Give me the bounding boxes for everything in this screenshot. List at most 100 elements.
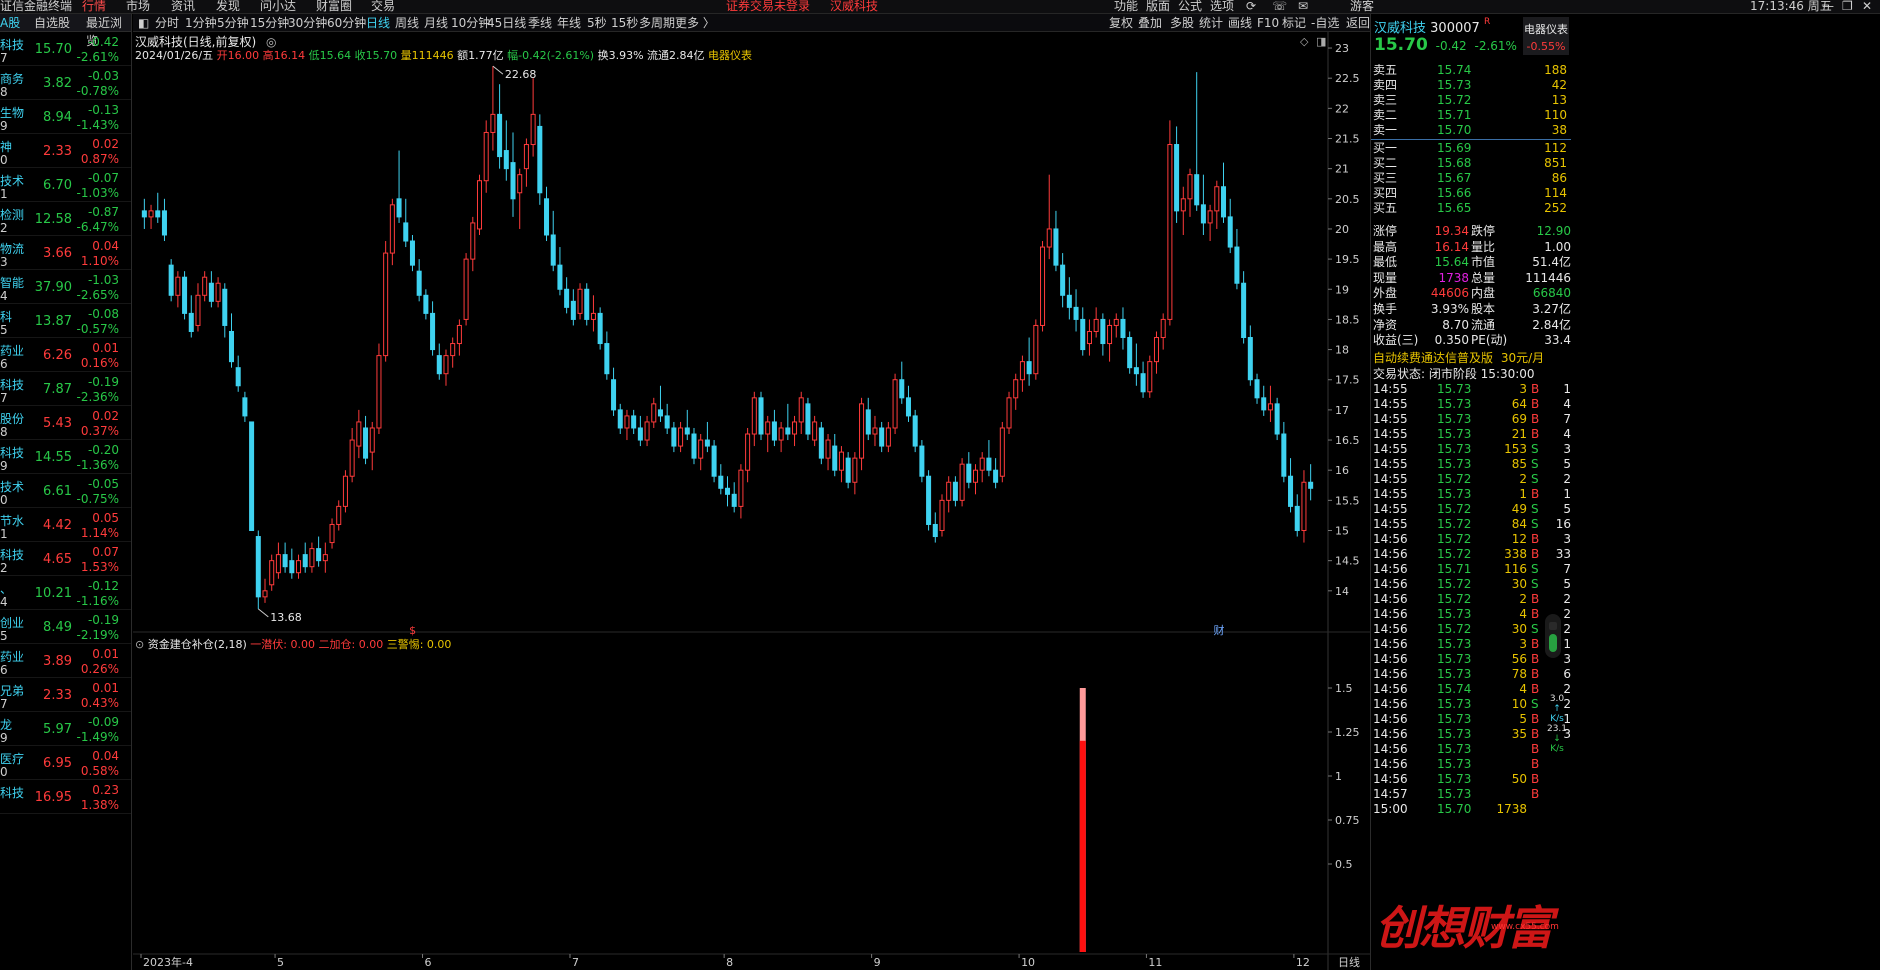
info-industry[interactable]: 电器仪表: [708, 49, 752, 62]
stock-change: -0.19: [87, 375, 119, 389]
tick-count: 5: [1563, 577, 1571, 591]
industry-box[interactable]: 电器仪表 -0.55%: [1523, 17, 1569, 55]
chart-tool-4[interactable]: 画线: [1228, 14, 1252, 31]
y-tick-label: 18.5: [1335, 313, 1360, 326]
period-1[interactable]: 1分钟: [185, 14, 217, 31]
candle-body: [476, 180, 483, 230]
close-icon[interactable]: ✕: [1862, 0, 1872, 13]
chart-tool-1[interactable]: 叠加: [1138, 14, 1162, 31]
mail-icon[interactable]: ✉: [1298, 0, 1308, 13]
watchlist-row[interactable]: 物流 3 3.66 0.04 1.10%: [0, 236, 131, 270]
watchlist-row[interactable]: 技术 1 6.70 -0.07 -1.03%: [0, 168, 131, 202]
watchlist-row[interactable]: 科技 7 15.70 -0.42 -2.61%: [0, 32, 131, 66]
watchlist-row[interactable]: 技术 0 6.61 -0.05 -0.75%: [0, 474, 131, 508]
chart-expand-icon[interactable]: ◨: [1316, 35, 1326, 48]
user-name[interactable]: 游客: [1350, 0, 1374, 13]
tick-volume: 64: [1511, 397, 1527, 411]
promo-text[interactable]: 自动续费通达信普及版: [1373, 351, 1493, 365]
login-status[interactable]: 证券交易未登录: [726, 0, 810, 13]
watchlist-row[interactable]: 智能 4 37.90 -1.03 -2.65%: [0, 270, 131, 304]
quote-price: 15.70: [1374, 35, 1428, 55]
period-15[interactable]: 多周期: [639, 14, 675, 31]
period-13[interactable]: 5秒: [587, 14, 607, 31]
period-7[interactable]: 周线: [395, 14, 419, 31]
tab-favorites[interactable]: 自选股: [34, 14, 70, 32]
candle-body: [972, 469, 979, 483]
stat-value: 3.27亿: [1532, 302, 1571, 316]
minimize-icon[interactable]: —: [1822, 0, 1834, 13]
layout-toggle-icon[interactable]: ◧: [138, 14, 149, 31]
candle-body: [631, 415, 637, 429]
period-14[interactable]: 15秒: [611, 14, 638, 31]
chart-tool-5[interactable]: F10: [1257, 14, 1279, 31]
watchlist-row[interactable]: 科技 16.95 0.23 1.38%: [0, 780, 131, 814]
indicator-menu-icon[interactable]: ⊙: [135, 638, 144, 651]
period-12[interactable]: 年线: [557, 14, 581, 31]
order-row: 买三 15.67 86: [1371, 171, 1571, 186]
chart-tool-8[interactable]: 返回: [1346, 14, 1370, 31]
order-row: 卖三 15.72 13: [1371, 93, 1571, 108]
period-6[interactable]: 日线: [366, 14, 390, 31]
period-5[interactable]: 60分钟: [327, 14, 366, 31]
watchlist-row[interactable]: 节水 1 4.42 0.05 1.14%: [0, 508, 131, 542]
chart-tool-7[interactable]: -自选: [1311, 14, 1339, 31]
period-9[interactable]: 10分钟: [451, 14, 490, 31]
tick-price: 15.71: [1437, 562, 1472, 576]
tab-ask[interactable]: 问小达: [260, 0, 296, 13]
menu-layout[interactable]: 版面: [1146, 0, 1170, 13]
tab-wealth[interactable]: 财富圈: [316, 0, 352, 13]
period-3[interactable]: 15分钟: [250, 14, 289, 31]
phone-icon[interactable]: ☏: [1272, 0, 1287, 13]
period-8[interactable]: 月线: [424, 14, 448, 31]
stat-label: 现量: [1373, 270, 1398, 285]
watchlist-row[interactable]: 科技 2 4.65 0.07 1.53%: [0, 542, 131, 576]
candle-body: [879, 427, 885, 447]
chart-tool-2[interactable]: 多股: [1170, 14, 1194, 31]
watchlist-row[interactable]: 、 4 10.21 -0.12 -1.16%: [0, 576, 131, 610]
period-11[interactable]: 季线: [528, 14, 552, 31]
restore-icon[interactable]: ❐: [1842, 0, 1853, 13]
tab-discover[interactable]: 发现: [216, 0, 240, 13]
watchlist-row[interactable]: 药业 6 3.89 0.01 0.26%: [0, 644, 131, 678]
tab-hangqing[interactable]: 行情: [82, 0, 106, 13]
period-0[interactable]: 分时: [155, 14, 179, 31]
tick-row: 14:55 15.73 3 B 1: [1371, 382, 1571, 397]
promo-price[interactable]: 30元/月: [1501, 351, 1544, 365]
chart-tool-3[interactable]: 统计: [1199, 14, 1223, 31]
menu-function[interactable]: 功能: [1114, 0, 1138, 13]
promo-row[interactable]: 自动续费通达信普及版 30元/月: [1373, 349, 1544, 366]
candle-body: [222, 288, 228, 326]
candle-body: [215, 282, 221, 302]
watchlist-row[interactable]: 科技 7 7.87 -0.19 -2.36%: [0, 372, 131, 406]
watchlist-row[interactable]: 生物 9 8.94 -0.13 -1.43%: [0, 100, 131, 134]
period-2[interactable]: 5分钟: [217, 14, 249, 31]
watchlist-row[interactable]: 兄弟 7 2.33 0.01 0.43%: [0, 678, 131, 712]
indicator-name[interactable]: 资金建仓补仓(2,18): [148, 638, 247, 651]
watchlist-row[interactable]: 神 0 2.33 0.02 0.87%: [0, 134, 131, 168]
watchlist-row[interactable]: 检测 2 12.58 -0.87 -6.47%: [0, 202, 131, 236]
menu-formula[interactable]: 公式: [1178, 0, 1202, 13]
refresh-icon[interactable]: ⟳: [1246, 0, 1256, 13]
tab-market[interactable]: 市场: [126, 0, 150, 13]
chart-settings-icon[interactable]: ◇: [1300, 35, 1308, 48]
watchlist-row[interactable]: 创业 5 8.49 -0.19 -2.19%: [0, 610, 131, 644]
watchlist-row[interactable]: 药业 6 6.26 0.01 0.16%: [0, 338, 131, 372]
period-4[interactable]: 30分钟: [288, 14, 327, 31]
period-10[interactable]: 45日线: [487, 14, 526, 31]
stock-change: -0.87: [87, 205, 119, 219]
tab-a-shares[interactable]: A股: [0, 14, 20, 32]
chart-tool-6[interactable]: 标记: [1282, 14, 1306, 31]
candle-body: [999, 427, 1005, 477]
period-16[interactable]: 更多 〉: [675, 14, 715, 31]
chart-tool-0[interactable]: 复权: [1109, 14, 1133, 31]
menu-options[interactable]: 选项: [1210, 0, 1234, 13]
watchlist-row[interactable]: 股份 8 5.43 0.02 0.37%: [0, 406, 131, 440]
watchlist-row[interactable]: 科技 9 14.55 -0.20 -1.36%: [0, 440, 131, 474]
tab-news[interactable]: 资讯: [171, 0, 195, 13]
watchlist-row[interactable]: 商务 8 3.82 -0.03 -0.78%: [0, 66, 131, 100]
candle-body: [1066, 294, 1072, 308]
watchlist-row[interactable]: 科 5 13.87 -0.08 -0.57%: [0, 304, 131, 338]
watchlist-row[interactable]: 龙 9 5.97 -0.09 -1.49%: [0, 712, 131, 746]
watchlist-row[interactable]: 医疗 0 6.95 0.04 0.58%: [0, 746, 131, 780]
tab-trade[interactable]: 交易: [371, 0, 395, 13]
